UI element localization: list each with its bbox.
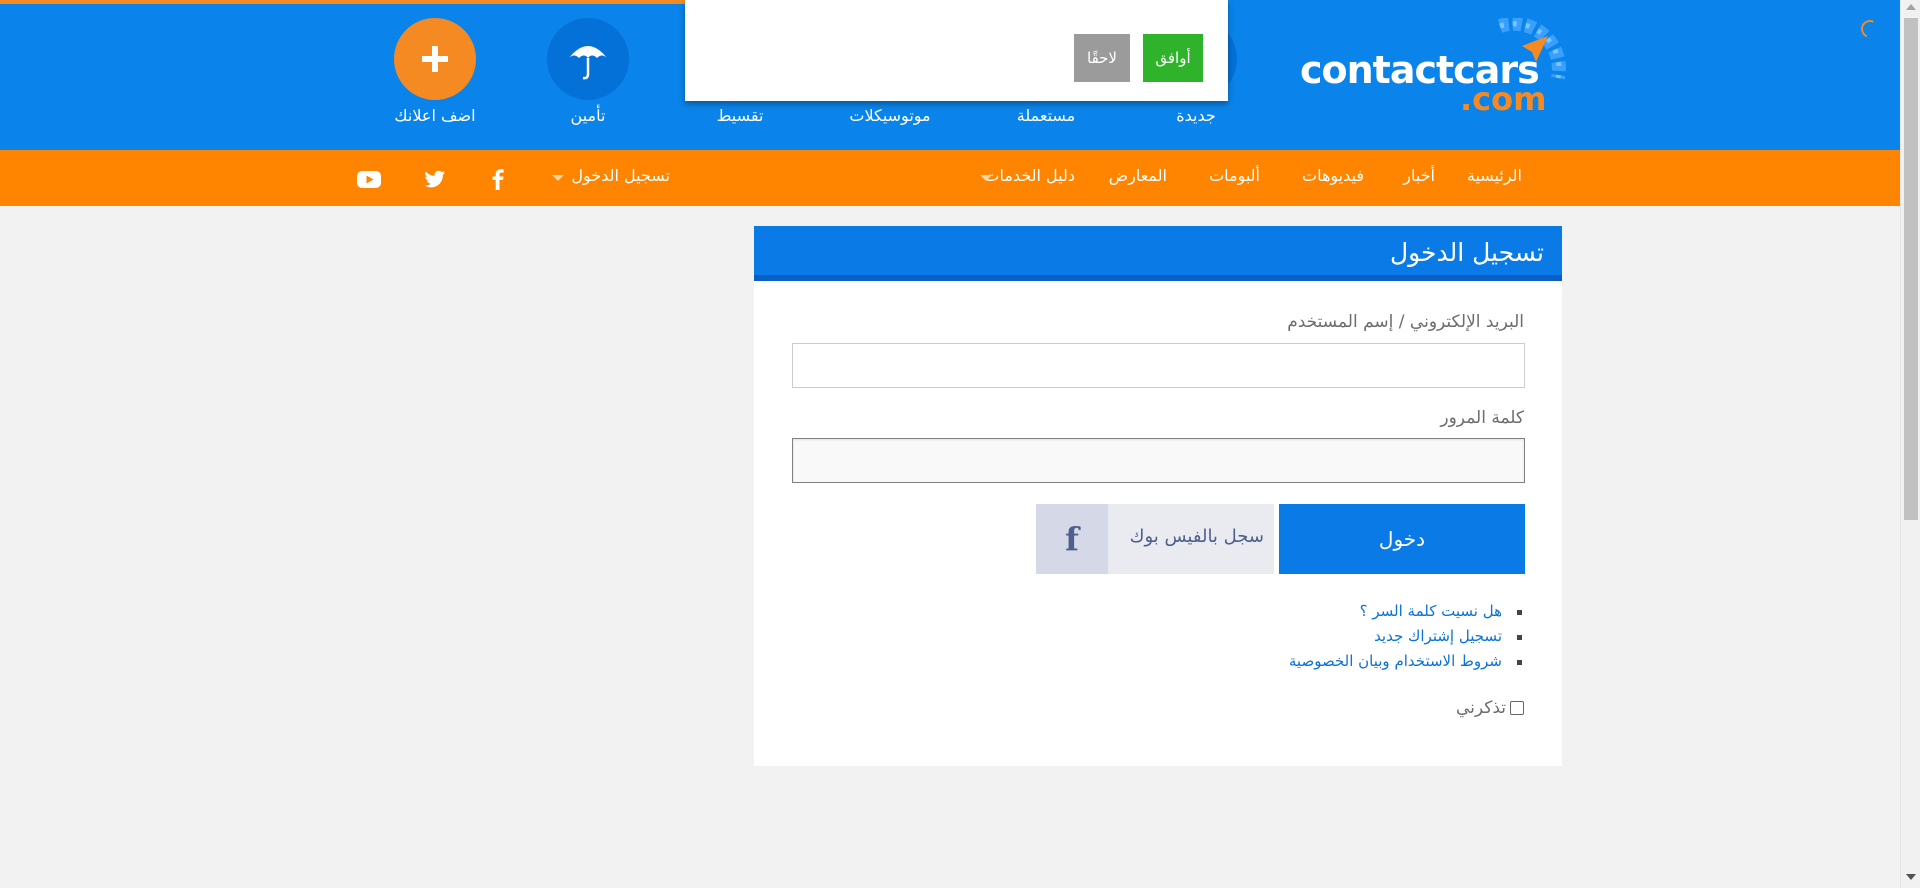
password-field[interactable] xyxy=(792,438,1525,483)
login-links: هل نسيت كلمة السر ؟ تسجيل إشتراك جديد شر… xyxy=(1289,599,1524,674)
scroll-up-icon[interactable] xyxy=(1906,4,1916,10)
remember-me[interactable]: تذكرني xyxy=(1456,698,1524,718)
site-logo[interactable]: contactcars .com xyxy=(1300,18,1566,118)
menu-item-showrooms[interactable]: المعارض xyxy=(1109,166,1167,185)
twitter-icon[interactable] xyxy=(421,166,449,192)
nav-label: موتوسيكلات xyxy=(849,106,931,125)
facebook-icon[interactable] xyxy=(484,166,512,192)
remember-label: تذكرني xyxy=(1455,698,1506,718)
plus-icon xyxy=(394,18,476,100)
forgot-password-link[interactable]: هل نسيت كلمة السر ؟ xyxy=(1360,602,1502,620)
nav-label: اضف اعلانك xyxy=(394,106,476,125)
scroll-down-icon[interactable] xyxy=(1906,874,1916,880)
youtube-icon[interactable] xyxy=(355,166,383,192)
menu-item-videos[interactable]: فيديوهات xyxy=(1302,166,1364,185)
remember-checkbox[interactable] xyxy=(1510,701,1524,715)
nav-add-listing[interactable]: اضف اعلانك xyxy=(380,0,490,135)
login-card: تسجيل الدخول البريد الإلكتروني / إسم الم… xyxy=(754,226,1562,766)
umbrella-icon xyxy=(547,18,629,100)
nav-label: تأمين xyxy=(570,106,606,125)
password-label: كلمة المرور xyxy=(1440,408,1524,428)
login-button[interactable]: دخول xyxy=(1279,504,1525,574)
facebook-login-button[interactable]: f سجل بالفيس بوك xyxy=(1036,504,1274,574)
nav-insurance[interactable]: تأمين xyxy=(533,0,643,135)
scrollbar-thumb[interactable] xyxy=(1904,18,1918,520)
login-title: تسجيل الدخول xyxy=(1389,238,1544,267)
later-button[interactable]: لاحقًا xyxy=(1074,34,1130,82)
nav-label: جديدة xyxy=(1176,106,1216,125)
chevron-down-icon xyxy=(980,175,992,181)
list-item: تسجيل إشتراك جديد xyxy=(1289,624,1524,649)
login-card-header: تسجيل الدخول xyxy=(754,226,1562,281)
agree-button[interactable]: أوافق xyxy=(1143,34,1203,82)
menu-item-home[interactable]: الرئيسية xyxy=(1467,166,1522,185)
nav-label: تقسيط xyxy=(716,106,764,125)
nav-label: مستعملة xyxy=(1016,106,1076,125)
facebook-login-label: سجل بالفيس بوك xyxy=(1129,526,1264,547)
menu-item-login[interactable]: تسجيل الدخول xyxy=(571,166,670,185)
main-menu-bar: الرئيسية أخبار فيديوهات ألبومات المعارض … xyxy=(0,150,1900,206)
menu-item-services[interactable]: دليل الخدمات xyxy=(984,166,1075,185)
consent-popup: أوافق لاحقًا xyxy=(685,0,1228,101)
chevron-down-icon xyxy=(552,175,564,181)
terms-link[interactable]: شروط الاستخدام وبيان الخصوصية xyxy=(1289,652,1502,670)
loading-spinner-icon xyxy=(1858,17,1882,41)
logo-domain: .com xyxy=(1460,80,1547,118)
menu-item-albums[interactable]: ألبومات xyxy=(1209,166,1260,185)
list-item: شروط الاستخدام وبيان الخصوصية xyxy=(1289,649,1524,674)
register-link[interactable]: تسجيل إشتراك جديد xyxy=(1374,627,1502,645)
list-item: هل نسيت كلمة السر ؟ xyxy=(1289,599,1524,624)
email-field[interactable] xyxy=(792,343,1525,388)
menu-item-news[interactable]: أخبار xyxy=(1403,166,1435,185)
page-scrollbar[interactable] xyxy=(1900,0,1920,888)
email-label: البريد الإلكتروني / إسم المستخدم xyxy=(1287,312,1524,332)
facebook-icon: f xyxy=(1036,504,1108,574)
